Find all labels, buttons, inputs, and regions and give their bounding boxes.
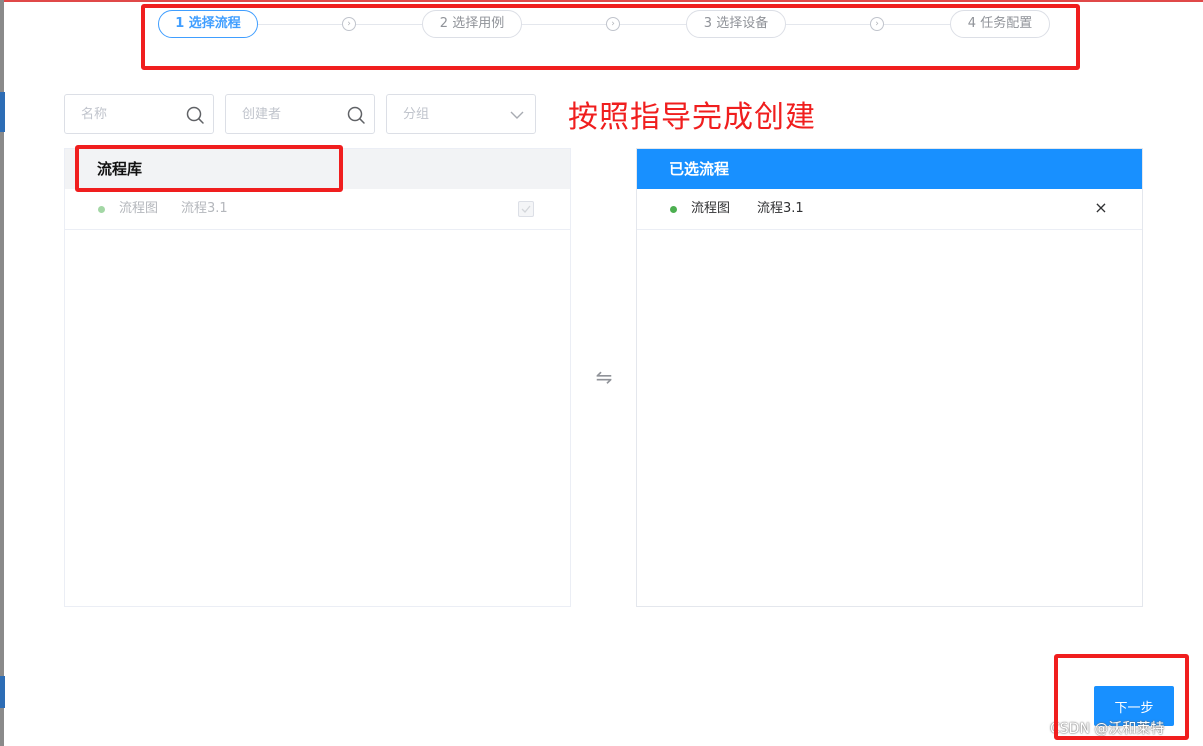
name-placeholder: 名称 — [81, 107, 108, 122]
selected-process-panel: 已选流程 流程图 流程3.1 × — [636, 148, 1143, 607]
status-dot — [98, 206, 105, 213]
side-marker — [0, 92, 5, 132]
list-item[interactable]: 流程图 流程3.1 — [65, 189, 570, 230]
process-library-panel: 流程库 流程图 流程3.1 — [64, 148, 571, 607]
chevron-down-icon — [510, 111, 524, 119]
status-dot — [670, 206, 677, 213]
item-name: 流程3.1 — [757, 201, 804, 216]
item-checkbox[interactable] — [518, 201, 534, 217]
creator-search-input[interactable]: 创建者 — [225, 94, 375, 134]
annotation-box-steps — [141, 4, 1080, 70]
list-item[interactable]: 流程图 流程3.1 × — [637, 189, 1142, 230]
side-marker — [0, 676, 5, 708]
annotation-box-next — [1054, 654, 1189, 740]
swap-arrows-icon[interactable]: ⇋ — [592, 364, 616, 390]
name-search-input[interactable]: 名称 — [64, 94, 214, 134]
item-name: 流程3.1 — [181, 201, 228, 216]
group-select[interactable]: 分组 — [386, 94, 536, 134]
search-icon[interactable] — [346, 105, 366, 125]
creator-placeholder: 创建者 — [242, 107, 282, 122]
item-type: 流程图 — [119, 201, 159, 216]
top-border — [0, 0, 1203, 2]
search-icon[interactable] — [185, 105, 205, 125]
annotation-box-library — [75, 145, 343, 192]
item-type: 流程图 — [691, 201, 731, 216]
close-icon[interactable]: × — [1093, 199, 1109, 217]
group-placeholder: 分组 — [403, 107, 430, 122]
check-icon — [521, 205, 531, 213]
panel-title: 已选流程 — [637, 149, 1142, 189]
guide-annotation: 按照指导完成创建 — [568, 100, 816, 135]
